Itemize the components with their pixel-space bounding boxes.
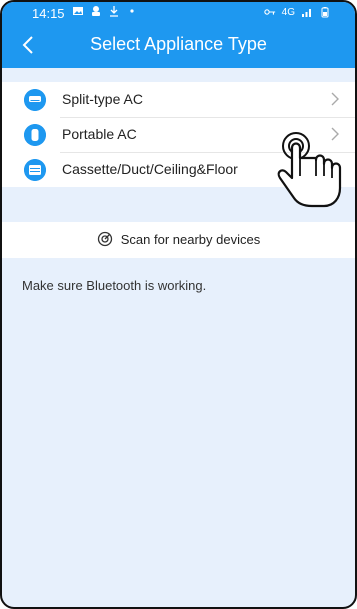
status-bar: 14:15 4G — [2, 2, 355, 24]
list-item-label: Portable AC — [62, 126, 137, 142]
download-icon — [110, 6, 118, 17]
scan-inner: Scan for nearby devices — [2, 231, 355, 247]
network-type: 4G — [281, 6, 295, 18]
status-right: 4G — [263, 6, 331, 18]
signal-icon — [302, 9, 311, 17]
gallery-icon — [73, 7, 83, 15]
tap-hand-icon — [277, 132, 342, 208]
list-item-label: Split-type AC — [62, 91, 143, 107]
notification-icon — [92, 6, 100, 16]
bluetooth-hint: Make sure Bluetooth is working. — [22, 278, 207, 293]
phone-frame: 14:15 4G Select Appliance Type Split-typ… — [0, 0, 357, 609]
status-left-icons — [72, 5, 138, 17]
dot-icon — [130, 9, 134, 13]
portable-ac-icon — [24, 124, 46, 146]
app-bar: Select Appliance Type — [2, 24, 355, 68]
section-spacer — [2, 68, 355, 82]
battery-icon — [321, 7, 329, 18]
scan-label: Scan for nearby devices — [120, 231, 261, 247]
key-icon — [263, 9, 275, 15]
cassette-ac-icon — [24, 159, 46, 181]
list-item-split-ac[interactable]: Split-type AC — [2, 82, 355, 117]
page-title: Select Appliance Type — [90, 34, 267, 54]
chevron-right-icon — [331, 92, 339, 106]
list-item-label: Cassette/Duct/Ceiling&Floor — [62, 161, 238, 177]
status-time: 14:15 — [32, 6, 65, 21]
split-ac-icon — [24, 89, 46, 111]
scan-nearby-devices-button[interactable]: Scan for nearby devices — [2, 222, 355, 258]
radar-scan-icon — [97, 231, 112, 247]
